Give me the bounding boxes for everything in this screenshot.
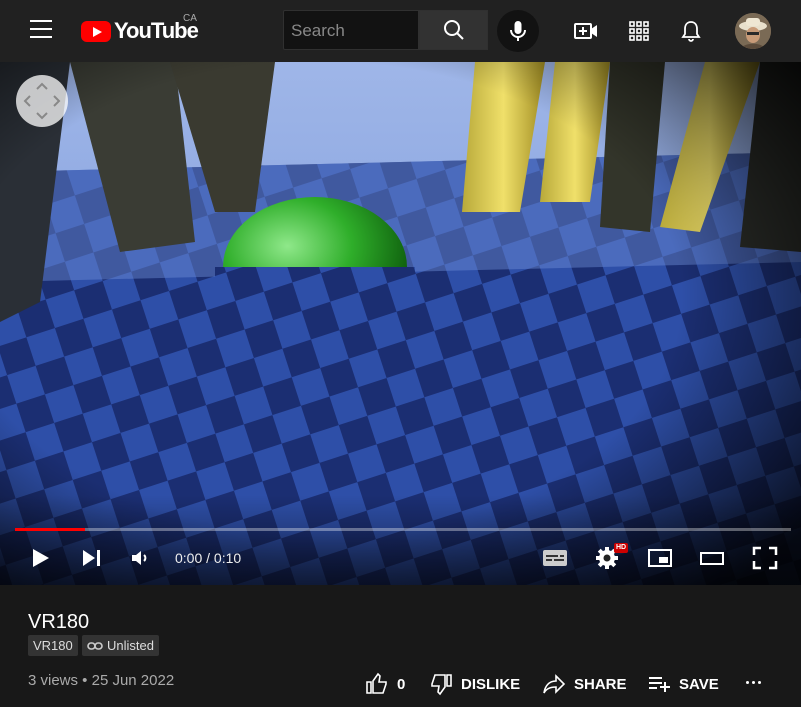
thumbs-down-icon — [431, 674, 452, 696]
subtitles-button[interactable] — [542, 546, 568, 570]
badge-label: VR180 — [33, 638, 73, 653]
theater-mode-button[interactable] — [699, 546, 725, 570]
unlisted-badge: Unlisted — [82, 635, 159, 656]
masthead: YouTube CA — [0, 0, 801, 62]
miniplayer-icon — [648, 549, 672, 567]
theater-mode-icon — [700, 552, 724, 565]
save-label: SAVE — [679, 675, 719, 693]
progress-bar-played — [15, 528, 85, 531]
youtube-logo[interactable]: YouTube — [81, 18, 199, 44]
avatar[interactable] — [735, 13, 771, 49]
dislike-button[interactable]: DISLIKE — [429, 672, 520, 696]
search-button[interactable] — [419, 10, 488, 50]
add-to-playlist-icon — [649, 677, 670, 692]
apps-grid-icon[interactable] — [627, 19, 651, 43]
link-icon — [87, 641, 103, 650]
video-player[interactable]: 0:00 / 0:10 HD — [0, 62, 801, 585]
play-button[interactable] — [28, 546, 54, 570]
dislike-label: DISLIKE — [461, 675, 521, 693]
share-label: SHARE — [574, 675, 627, 693]
next-button[interactable] — [80, 546, 106, 570]
video-title: VR180 — [28, 611, 90, 633]
country-code: CA — [183, 13, 197, 24]
controls-overlay — [0, 495, 801, 585]
voice-search-button[interactable] — [497, 10, 539, 52]
microphone-icon — [510, 21, 526, 41]
vr180-badge: VR180 — [28, 635, 78, 656]
play-icon — [33, 549, 49, 567]
fullscreen-button[interactable] — [752, 546, 778, 570]
youtube-play-logo-icon — [81, 20, 111, 42]
mute-button[interactable] — [129, 546, 155, 570]
share-arrow-icon — [543, 674, 566, 694]
fullscreen-icon — [752, 546, 778, 570]
like-count: 0 — [397, 675, 406, 693]
vr-direction-pad-icon[interactable] — [16, 75, 68, 127]
more-actions-icon[interactable] — [746, 681, 764, 684]
volume-icon — [132, 551, 147, 565]
notifications-bell-icon[interactable] — [679, 19, 703, 43]
miniplayer-button[interactable] — [647, 546, 673, 570]
time-display: 0:00 / 0:10 — [175, 550, 242, 566]
thumbs-up-icon — [366, 672, 387, 694]
next-icon — [83, 550, 100, 566]
video-info: VR180 VR180 Unlisted 3 views • 25 Jun 20… — [0, 585, 801, 707]
menu-icon[interactable] — [30, 20, 52, 38]
subtitles-icon — [543, 550, 567, 566]
view-count-date: 3 views • 25 Jun 2022 — [28, 672, 175, 689]
create-video-icon[interactable] — [574, 19, 598, 43]
hd-badge: HD — [614, 543, 629, 553]
search-input[interactable] — [284, 11, 413, 51]
badge-label: Unlisted — [107, 638, 154, 653]
save-button[interactable]: SAVE — [647, 672, 719, 696]
progress-bar[interactable] — [15, 528, 791, 531]
search-box — [283, 10, 419, 51]
search-icon — [444, 20, 464, 40]
share-button[interactable]: SHARE — [542, 672, 627, 696]
like-button[interactable]: 0 — [365, 672, 405, 696]
